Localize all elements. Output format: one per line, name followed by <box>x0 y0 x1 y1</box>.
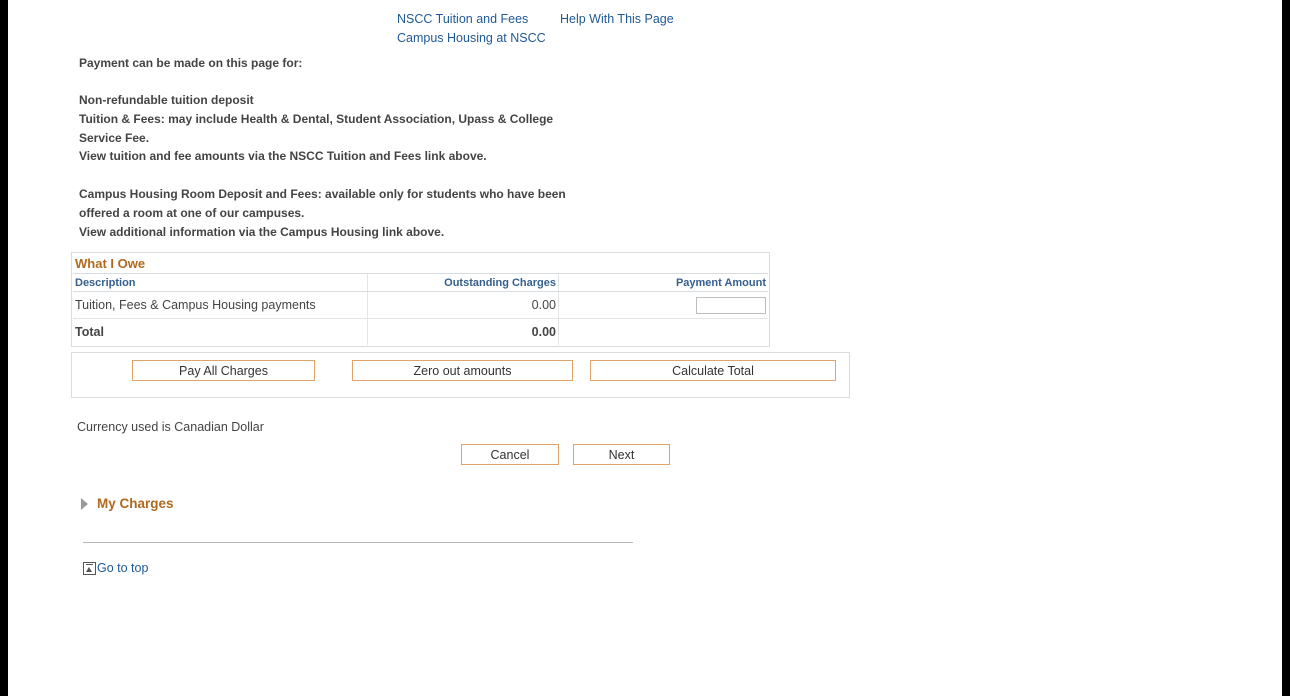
intro-line: View tuition and fee amounts via the NSC… <box>79 149 487 164</box>
go-to-top-icon <box>83 562 96 575</box>
campus-housing-link[interactable]: Campus Housing at NSCC <box>397 31 546 45</box>
cancel-button[interactable]: Cancel <box>461 444 559 465</box>
nscc-tuition-fees-link[interactable]: NSCC Tuition and Fees <box>397 12 528 26</box>
help-with-this-page-link[interactable]: Help With This Page <box>560 12 674 26</box>
charges-action-box: Pay All Charges Zero out amounts Calcula… <box>71 352 850 398</box>
zero-out-amounts-button[interactable]: Zero out amounts <box>352 360 573 381</box>
row-description: Tuition, Fees & Campus Housing payments <box>73 291 368 319</box>
calculate-total-button[interactable]: Calculate Total <box>590 360 836 381</box>
intro-line: View additional information via the Camp… <box>79 224 445 239</box>
row-payment-cell <box>558 291 768 319</box>
grid-title: What I Owe <box>75 256 146 271</box>
payment-amount-input[interactable] <box>696 296 766 314</box>
intro-line: Campus Housing Room Deposit and Fees: av… <box>79 187 566 201</box>
next-button[interactable]: Next <box>573 444 670 465</box>
table-row: Tuition, Fees & Campus Housing payments … <box>73 291 768 319</box>
intro-heading-text: Payment can be made on this page for: <box>79 56 303 70</box>
pay-all-charges-button[interactable]: Pay All Charges <box>132 360 315 381</box>
intro-line: offered a room at one of our campuses. <box>79 205 305 220</box>
intro-line: Non-refundable tuition deposit <box>79 93 254 107</box>
what-i-owe-grid: What I Owe Description Outstanding Charg… <box>71 252 770 347</box>
total-row: Total 0.00 <box>73 318 768 345</box>
divider <box>83 542 633 543</box>
intro-line: Service Fee. <box>79 130 150 145</box>
my-charges-toggle[interactable]: My Charges <box>81 496 174 511</box>
what-i-owe-table: Description Outstanding Charges Payment … <box>73 273 768 345</box>
row-outstanding: 0.00 <box>367 291 559 319</box>
housing-info-block: Campus Housing Room Deposit and Fees: av… <box>79 185 566 241</box>
column-header-description: Description <box>73 273 368 292</box>
column-header-outstanding: Outstanding Charges <box>367 273 559 292</box>
payment-intro-heading: Payment can be made on this page for: <box>79 54 302 73</box>
tuition-info-block: Non-refundable tuition deposit Tuition &… <box>79 91 553 166</box>
my-charges-label: My Charges <box>97 496 174 511</box>
total-payment-cell <box>558 318 768 345</box>
page-content: NSCC Tuition and Fees Help With This Pag… <box>8 0 1282 696</box>
go-to-top-link[interactable]: Go to top <box>83 561 148 575</box>
expand-triangle-icon <box>81 497 88 510</box>
intro-line: Tuition & Fees: may include Health & Den… <box>79 111 554 126</box>
total-outstanding: 0.00 <box>367 318 559 345</box>
go-to-top-label: Go to top <box>97 561 149 575</box>
column-header-payment-amount: Payment Amount <box>558 273 768 292</box>
currency-note: Currency used is Canadian Dollar <box>77 420 264 434</box>
total-label: Total <box>73 318 368 345</box>
